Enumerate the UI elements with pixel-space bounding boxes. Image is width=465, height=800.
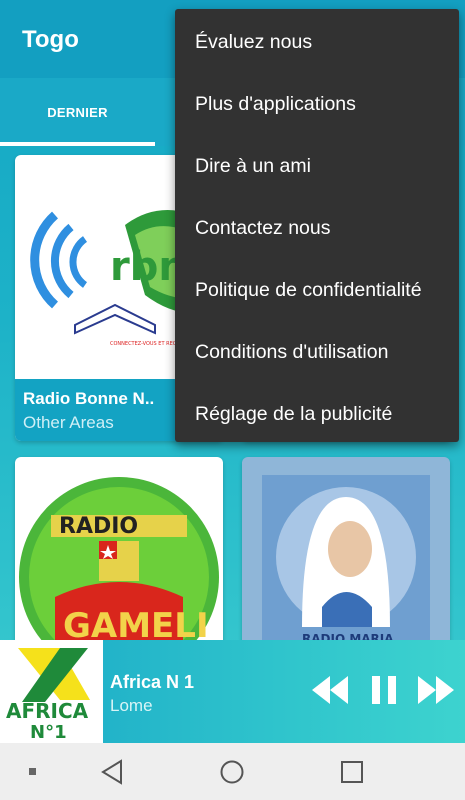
menu-item-share[interactable]: Dire à un ami — [195, 155, 311, 178]
recent-apps-icon[interactable] — [340, 760, 364, 784]
logo-africa-text: AFRICA — [6, 699, 89, 723]
app-title: Togo — [22, 26, 79, 53]
mini-player[interactable]: AFRICA N°1 Africa N 1 Lome — [0, 640, 465, 743]
rewind-icon[interactable] — [312, 670, 348, 710]
station-card-radio-maria[interactable]: RADIO MARIA — [242, 457, 450, 657]
menu-item-contact[interactable]: Contactez nous — [195, 217, 331, 240]
africa-n1-logo: AFRICA N°1 — [0, 640, 103, 743]
fast-forward-icon[interactable] — [418, 670, 454, 710]
menu-item-terms[interactable]: Conditions d'utilisation — [195, 341, 388, 364]
player-subtitle: Lome — [110, 696, 153, 715]
tab-latest[interactable]: DERNIER — [0, 78, 155, 146]
nav-dot-icon — [29, 768, 36, 775]
station-logo-gameli: RADIO GAMELI — [19, 477, 219, 647]
tab-indicator — [0, 142, 155, 146]
tab-label: DERNIER — [47, 104, 108, 120]
menu-item-privacy[interactable]: Politique de confidentialité — [195, 279, 422, 302]
player-station-logo: AFRICA N°1 — [0, 640, 103, 743]
system-nav-bar — [0, 743, 465, 800]
player-title: Africa N 1 — [110, 672, 195, 692]
back-icon[interactable] — [100, 759, 124, 785]
menu-item-rate[interactable]: Évaluez nous — [195, 31, 312, 54]
menu-item-ad-settings[interactable]: Réglage de la publicité — [195, 403, 392, 426]
home-icon[interactable] — [219, 759, 245, 785]
menu-item-more-apps[interactable]: Plus d'applications — [195, 93, 356, 116]
pause-icon[interactable] — [370, 670, 398, 710]
logo-radio-text: RADIO — [59, 514, 138, 539]
station-logo-radio-maria: RADIO MARIA — [262, 475, 430, 646]
station-card-radio-gameli[interactable]: RADIO GAMELI — [15, 457, 223, 657]
overflow-menu: Évaluez nous Plus d'applications Dire à … — [175, 9, 459, 442]
logo-n1-text: N°1 — [30, 722, 67, 743]
